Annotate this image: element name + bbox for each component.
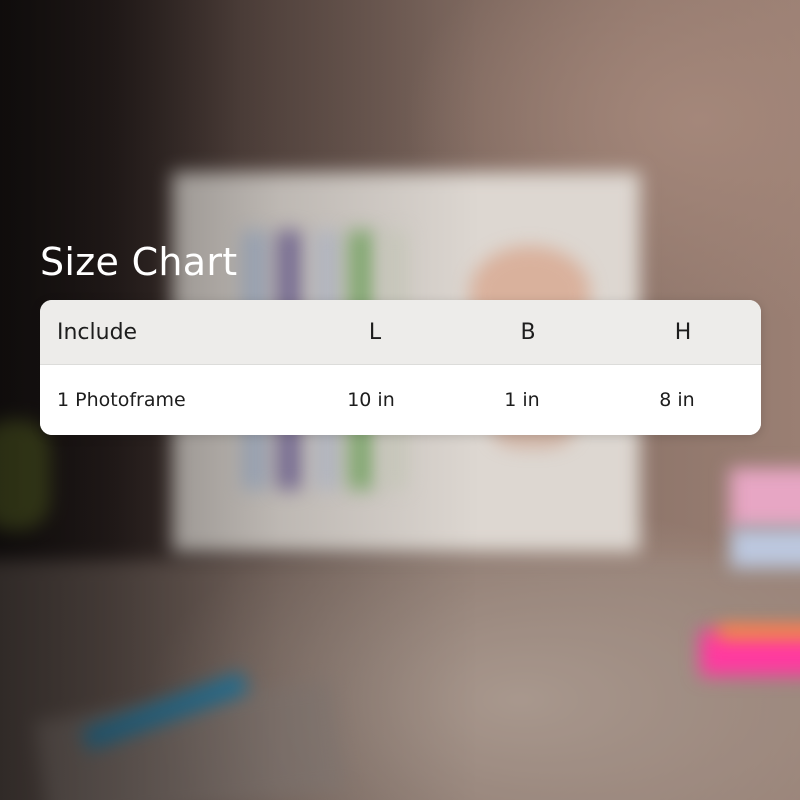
size-chart-title: Size Chart: [40, 240, 238, 284]
table-row: 1 Photoframe 10 in 1 in 8 in: [40, 365, 761, 435]
cell-height: 8 in: [659, 389, 695, 411]
cell-length: 10 in: [347, 389, 395, 411]
size-chart-table: Include L B H 1 Photoframe 10 in 1 in 8 …: [40, 300, 761, 435]
column-header-breadth: B: [520, 319, 536, 345]
cell-include: 1 Photoframe: [57, 389, 186, 411]
column-header-length: L: [368, 319, 382, 345]
column-header-include: Include: [57, 319, 138, 345]
table-header-row: Include L B H: [40, 300, 761, 365]
cell-breadth: 1 in: [504, 389, 540, 411]
column-header-height: H: [674, 319, 692, 345]
